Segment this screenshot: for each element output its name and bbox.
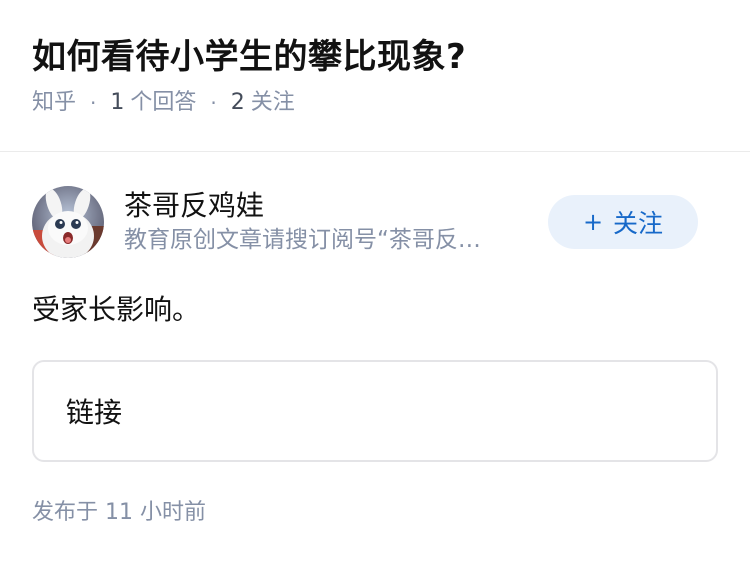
source-label: 知乎 <box>32 90 77 115</box>
author-info: 茶哥反鸡娃 教育原创文章请搜订阅号“茶哥反… <box>124 188 524 256</box>
avatar[interactable] <box>32 186 104 258</box>
follow-button-label: 关注 <box>613 209 664 238</box>
publish-time-value: 11 小时前 <box>105 500 207 525</box>
author-row: 茶哥反鸡娃 教育原创文章请搜订阅号“茶哥反… + 关注 <box>32 184 718 260</box>
white-bunny-avatar-icon <box>32 186 104 258</box>
link-card-label: 链接 <box>66 396 123 429</box>
publish-prefix: 发布于 <box>32 500 99 525</box>
answer-count-label: 个回答 <box>130 90 197 115</box>
question-title[interactable]: 如何看待小学生的攀比现象? <box>32 34 718 80</box>
question-header: 如何看待小学生的攀比现象? 知乎 · 1 个回答 · 2 关注 <box>0 0 750 117</box>
publish-time: 发布于 11 小时前 <box>32 498 718 528</box>
author-headline: 教育原创文章请搜订阅号“茶哥反… <box>124 227 481 253</box>
plus-icon: + <box>582 208 604 236</box>
answer-count: 1 <box>110 90 125 115</box>
follower-count: 2 <box>230 90 245 115</box>
answer-item: 茶哥反鸡娃 教育原创文章请搜订阅号“茶哥反… + 关注 受家长影响。 链接 发布… <box>0 152 750 528</box>
question-meta: 知乎 · 1 个回答 · 2 关注 <box>32 88 718 118</box>
link-card[interactable]: 链接 <box>32 360 718 462</box>
follow-button[interactable]: + 关注 <box>548 195 698 249</box>
meta-separator: · <box>210 91 217 115</box>
meta-separator: · <box>90 91 97 115</box>
answer-page: 如何看待小学生的攀比现象? 知乎 · 1 个回答 · 2 关注 茶哥反鸡娃 教育… <box>0 0 750 572</box>
follower-count-label: 关注 <box>250 90 295 115</box>
answer-content: 受家长影响。 <box>32 293 201 326</box>
author-name[interactable]: 茶哥反鸡娃 <box>124 188 524 224</box>
